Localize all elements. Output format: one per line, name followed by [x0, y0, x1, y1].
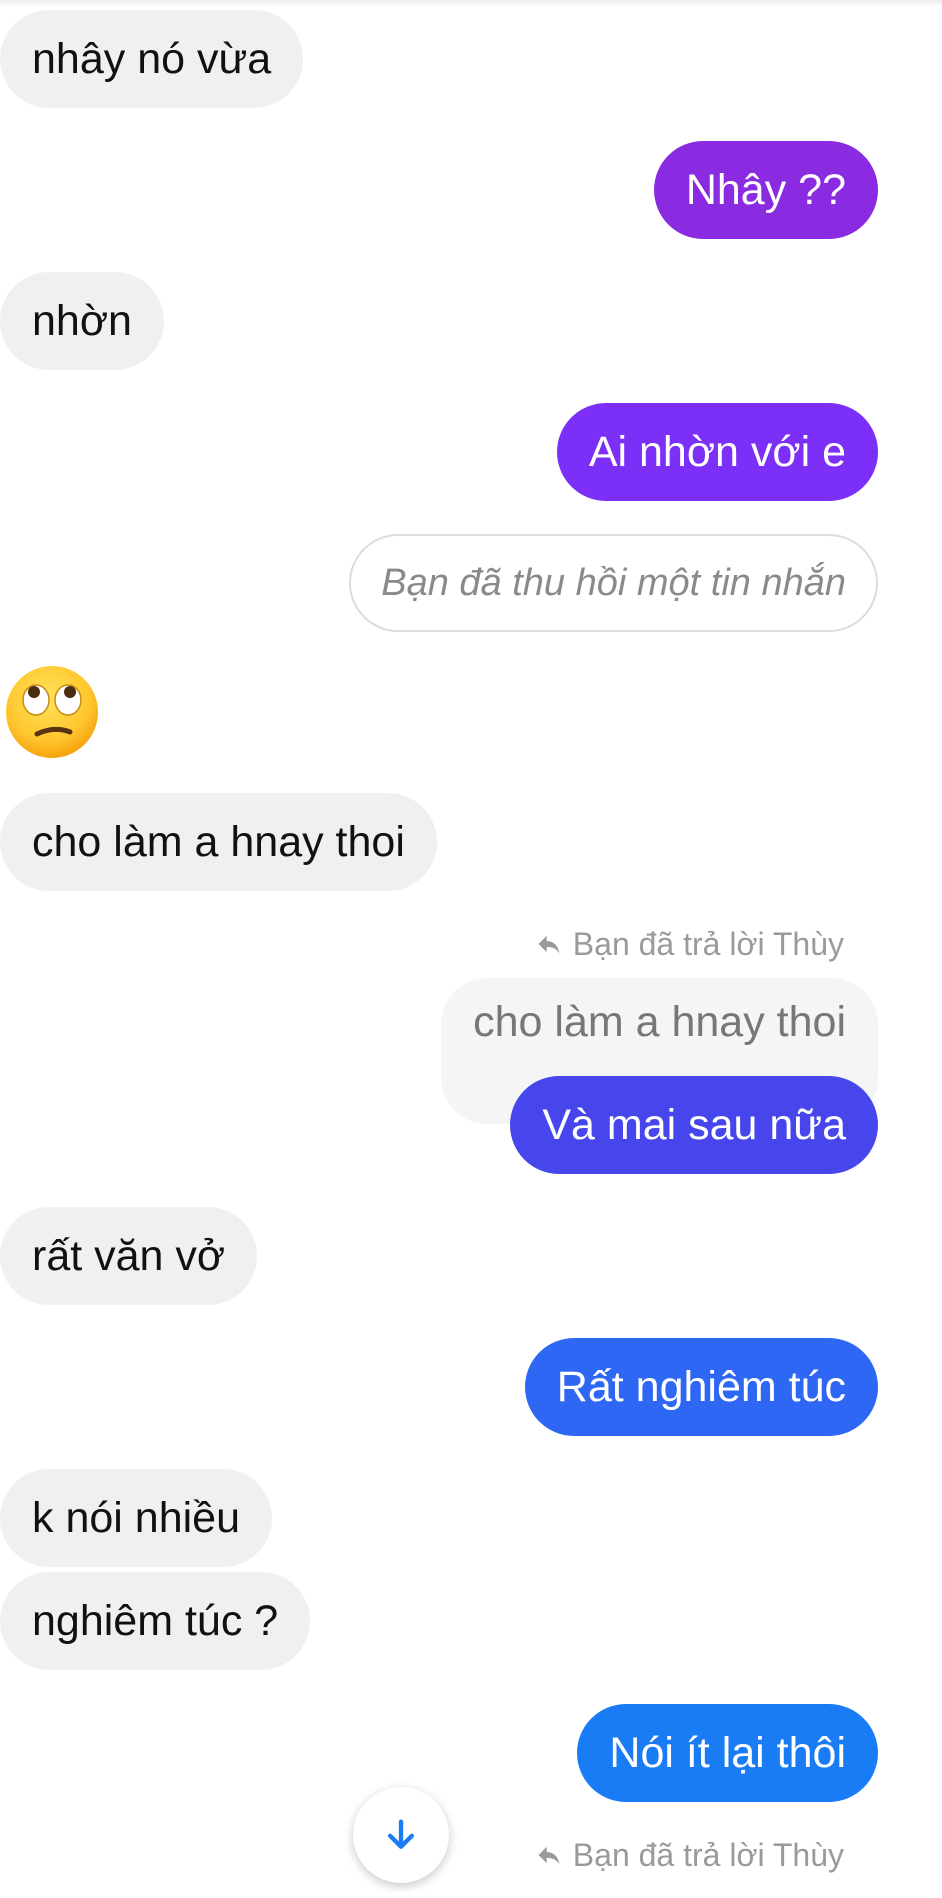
- reply-indicator-text: Bạn đã trả lời Thùy: [572, 1837, 844, 1873]
- sent-message[interactable]: Nhây ??: [653, 141, 878, 239]
- arrow-down-icon: [388, 1819, 414, 1849]
- top-divider: [0, 0, 942, 6]
- received-message[interactable]: nghiêm túc ?: [0, 1572, 311, 1670]
- reply-arrow-icon: [538, 1846, 560, 1865]
- reply-indicator: Bạn đã trả lời Thùy: [535, 922, 844, 966]
- reply-arrow-icon: [538, 935, 560, 954]
- reply-indicator: Bạn đã trả lời Thùy: [535, 1833, 844, 1877]
- received-message[interactable]: cho làm a hnay thoi: [0, 793, 437, 891]
- sent-message[interactable]: Nói ít lại thôi: [577, 1704, 878, 1802]
- sent-message[interactable]: Ai nhờn với e: [556, 403, 878, 501]
- received-message[interactable]: nhờn: [0, 272, 164, 370]
- unsent-message-notice: Bạn đã thu hồi một tin nhắn: [349, 534, 878, 632]
- received-message[interactable]: rất văn vở: [0, 1207, 258, 1305]
- reply-indicator-text: Bạn đã trả lời Thùy: [572, 926, 844, 962]
- received-message[interactable]: nhây nó vừa: [0, 10, 304, 108]
- sent-message[interactable]: Và mai sau nữa: [510, 1076, 878, 1174]
- sent-message[interactable]: Rất nghiêm túc: [524, 1338, 878, 1436]
- face-with-rolling-eyes-icon[interactable]: [4, 664, 100, 760]
- received-message[interactable]: k nói nhiều: [0, 1469, 272, 1567]
- scroll-to-bottom-button[interactable]: [353, 1787, 449, 1883]
